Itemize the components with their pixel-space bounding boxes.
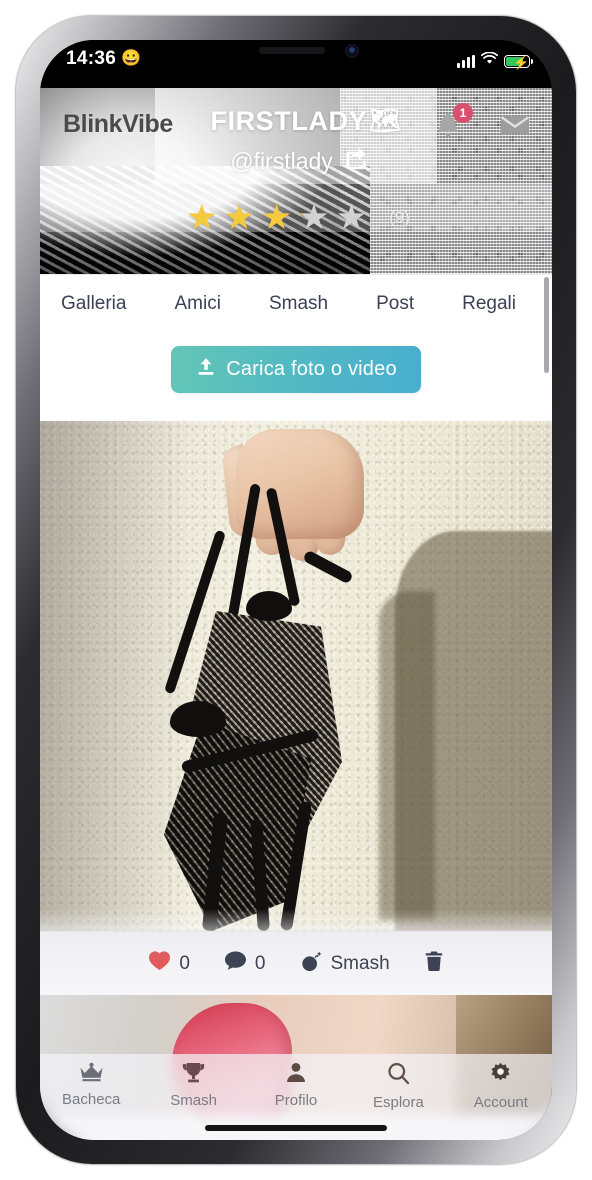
gear-icon bbox=[489, 1062, 512, 1090]
status-time-text: 14:36 bbox=[66, 48, 117, 69]
status-indicators: ⚡ bbox=[457, 51, 533, 70]
crown-icon bbox=[79, 1062, 104, 1087]
search-icon bbox=[387, 1062, 410, 1090]
notification-badge: 1 bbox=[453, 103, 473, 123]
signal-bars-icon bbox=[457, 54, 475, 68]
nav-label-profilo: Profilo bbox=[274, 1092, 318, 1109]
tab-bar[interactable]: Galleria Amici Smash Post Regali bbox=[40, 275, 552, 332]
heart-icon bbox=[148, 950, 171, 977]
nav-label-account: Account bbox=[473, 1094, 528, 1111]
vertical-scrollbar[interactable] bbox=[544, 277, 549, 373]
earpiece-speaker bbox=[259, 47, 325, 54]
status-emoji-icon: 😀 bbox=[121, 50, 142, 67]
person-icon bbox=[285, 1062, 307, 1088]
nav-label-bacheca: Bacheca bbox=[62, 1091, 121, 1108]
tab-panel: Galleria Amici Smash Post Regali Carica … bbox=[40, 274, 552, 421]
notifications-button[interactable]: 1 bbox=[434, 103, 473, 144]
comment-button[interactable]: 0 bbox=[224, 950, 266, 977]
messages-button[interactable] bbox=[500, 113, 530, 142]
star-icon: ★ bbox=[223, 198, 255, 237]
trash-icon bbox=[424, 950, 444, 978]
photo-subject bbox=[150, 483, 385, 931]
smash-button[interactable]: Smash bbox=[300, 950, 390, 978]
tab-amici[interactable]: Amici bbox=[174, 293, 220, 315]
comment-icon bbox=[224, 950, 247, 977]
photo-fade bbox=[40, 909, 552, 931]
like-button[interactable]: 0 bbox=[148, 950, 190, 977]
profile-name-text: FIRSTLADY bbox=[210, 106, 368, 136]
nav-label-esplora: Esplora bbox=[372, 1094, 424, 1111]
phone-screen: 14:36 😀 ⚡ BlinkVibe FIRSTLADY 🗺 @firstla… bbox=[40, 40, 552, 1140]
like-count: 0 bbox=[179, 952, 190, 974]
rating-count: (9) bbox=[389, 207, 410, 227]
battery-charging-icon: ⚡ bbox=[504, 54, 533, 70]
profile-name: FIRSTLADY 🗺 bbox=[40, 106, 552, 137]
tab-regali[interactable]: Regali bbox=[462, 293, 516, 315]
upload-button-label: Carica foto o video bbox=[226, 358, 397, 380]
bomb-icon bbox=[300, 950, 323, 978]
nav-item-esplora[interactable]: Esplora bbox=[347, 1062, 449, 1111]
profile-handle: @firstlady bbox=[230, 147, 333, 174]
nav-label-smash: Smash bbox=[170, 1092, 217, 1109]
nav-item-profilo[interactable]: Profilo bbox=[245, 1062, 347, 1109]
status-bar: 14:36 😀 ⚡ bbox=[40, 40, 552, 88]
trophy-icon bbox=[181, 1062, 206, 1088]
star-icon: ★ bbox=[260, 198, 293, 237]
phone-frame: 14:36 😀 ⚡ BlinkVibe FIRSTLADY 🗺 @firstla… bbox=[16, 16, 576, 1164]
status-time: 14:36 😀 bbox=[66, 48, 141, 70]
profile-header: BlinkVibe FIRSTLADY 🗺 @firstlady 1 ★ ★ ★… bbox=[40, 88, 552, 274]
tab-smash[interactable]: Smash bbox=[269, 293, 328, 315]
smash-label: Smash bbox=[330, 952, 390, 974]
rating[interactable]: ★ ★ ★ ★★ ★ (9) bbox=[40, 200, 552, 235]
star-icon: ★★ bbox=[298, 198, 330, 237]
nav-item-account[interactable]: Account bbox=[450, 1062, 552, 1111]
nav-item-smash[interactable]: Smash bbox=[142, 1062, 244, 1109]
star-icon: ★ bbox=[335, 198, 368, 237]
share-icon[interactable] bbox=[343, 145, 370, 177]
tab-post[interactable]: Post bbox=[376, 293, 414, 315]
wifi-icon bbox=[480, 51, 499, 70]
map-emoji-icon: 🗺 bbox=[369, 107, 402, 135]
delete-button[interactable] bbox=[424, 950, 444, 978]
post-card: 0 0 Smash bbox=[40, 421, 552, 995]
envelope-icon bbox=[500, 116, 530, 134]
front-camera bbox=[345, 44, 359, 58]
app-viewport: BlinkVibe FIRSTLADY 🗺 @firstlady 1 ★ ★ ★… bbox=[40, 88, 552, 1140]
profile-handle-row: @firstlady bbox=[40, 145, 552, 177]
post-action-bar: 0 0 Smash bbox=[40, 931, 552, 995]
tab-galleria[interactable]: Galleria bbox=[61, 293, 126, 315]
upload-icon bbox=[195, 356, 217, 383]
upload-button[interactable]: Carica foto o video bbox=[171, 346, 421, 393]
comment-count: 0 bbox=[254, 952, 266, 974]
nav-item-bacheca[interactable]: Bacheca bbox=[40, 1062, 142, 1108]
post-photo[interactable] bbox=[40, 421, 552, 931]
phone-bezel: 14:36 😀 ⚡ BlinkVibe FIRSTLADY 🗺 @firstla… bbox=[40, 40, 552, 1140]
home-indicator[interactable] bbox=[205, 1125, 387, 1131]
photo-shadow bbox=[395, 531, 552, 931]
star-icon: ★ bbox=[186, 198, 218, 237]
